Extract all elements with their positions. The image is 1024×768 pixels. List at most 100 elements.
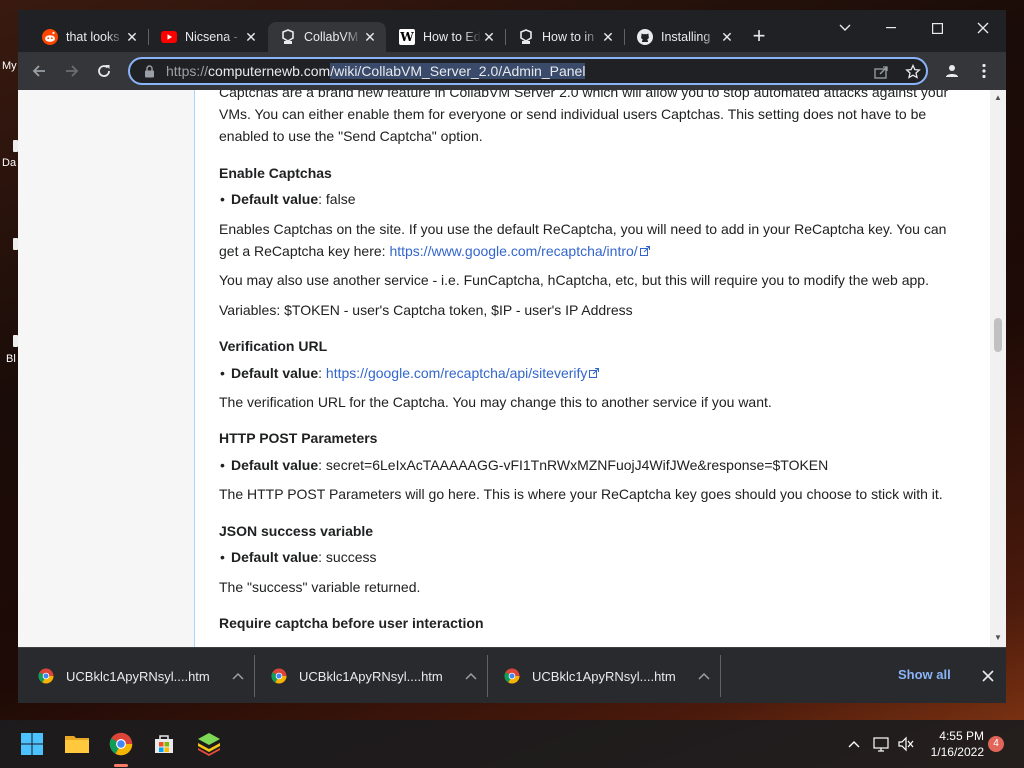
browser-window: that looks ✕ Nicsena - ✕ CollabVM ✕ W Ho… xyxy=(18,10,1006,703)
close-window-button[interactable] xyxy=(960,14,1006,42)
browser-toolbar: https://computernewb.com/wiki/CollabVM_S… xyxy=(18,52,1006,90)
store-icon xyxy=(155,735,173,753)
external-link-icon xyxy=(589,368,600,378)
desktop-label-2: Da xyxy=(2,157,17,169)
bluestacks-button[interactable] xyxy=(195,730,223,758)
tab-youtube[interactable]: Nicsena - ✕ xyxy=(149,22,267,52)
forward-button[interactable] xyxy=(59,58,85,84)
intro-text: enabled to use the "Send Captcha" option… xyxy=(219,128,483,144)
reddit-icon xyxy=(42,29,58,45)
clock-time: 4:55 PM xyxy=(939,729,984,743)
tab-wikihow[interactable]: W How to Ed ✕ xyxy=(387,22,505,52)
github-icon xyxy=(637,29,653,45)
intro-text: VMs. You can either enable them for ever… xyxy=(219,106,927,122)
close-icon xyxy=(977,22,989,34)
chevron-up-icon[interactable] xyxy=(696,668,712,684)
star-icon xyxy=(905,64,921,79)
notification-badge[interactable]: 4 xyxy=(988,736,1004,752)
lock-icon[interactable] xyxy=(142,64,156,78)
close-icon[interactable]: ✕ xyxy=(600,29,616,45)
file-explorer-button[interactable] xyxy=(63,730,91,758)
chrome-icon xyxy=(271,668,287,684)
windows-taskbar: 4:55 PM 1/16/2022 4 xyxy=(0,720,1024,768)
page-scrollbar[interactable]: ▲ ▼ xyxy=(990,90,1006,647)
show-all-downloads-link[interactable]: Show all xyxy=(898,667,951,682)
clock-date: 1/16/2022 xyxy=(930,745,984,759)
close-icon[interactable]: ✕ xyxy=(481,29,497,45)
reload-icon xyxy=(98,65,110,77)
url-text[interactable]: https://computernewb.com/wiki/CollabVM_S… xyxy=(166,63,586,79)
chrome-taskbar-button[interactable] xyxy=(107,730,135,758)
default-value-item: Default value: secret=6LeIxAcTAAAAAGG-vF… xyxy=(220,454,828,476)
tab-search-button[interactable] xyxy=(822,14,868,42)
close-icon[interactable]: ✕ xyxy=(719,29,735,45)
desktop-label-3: Bl xyxy=(6,353,16,365)
share-button[interactable] xyxy=(868,59,894,85)
siteverify-link[interactable]: https://google.com/recaptcha/api/sitever… xyxy=(326,365,587,381)
new-tab-button[interactable]: + xyxy=(749,25,769,47)
address-bar[interactable]: https://computernewb.com/wiki/CollabVM_S… xyxy=(128,57,928,85)
back-button[interactable] xyxy=(26,58,52,84)
tab-github[interactable]: Installing ✕ xyxy=(625,22,743,52)
close-icon[interactable]: ✕ xyxy=(124,29,140,45)
desktop-label-1: My xyxy=(2,60,17,72)
collabvm-icon xyxy=(280,29,296,45)
active-app-indicator xyxy=(114,764,128,767)
download-filename: UCBklc1ApyRNsyl....htm xyxy=(532,668,676,684)
store-button[interactable] xyxy=(150,730,178,758)
taskbar-clock[interactable]: 4:55 PM 1/16/2022 xyxy=(920,728,984,760)
download-item[interactable]: UCBklc1ApyRNsyl....htm xyxy=(38,648,248,703)
tab-reddit[interactable]: that looks ✕ xyxy=(30,22,148,52)
section-text: The "success" variable returned. xyxy=(219,579,421,595)
scroll-up-arrow[interactable]: ▲ xyxy=(994,94,1002,102)
close-icon[interactable]: ✕ xyxy=(362,29,378,45)
section-heading-json-success: JSON success variable xyxy=(219,523,374,539)
default-value-item: Default value: false xyxy=(220,188,356,210)
tab-collabvm-active[interactable]: CollabVM ✕ xyxy=(268,22,386,52)
download-item[interactable]: UCBklc1ApyRNsyl....htm xyxy=(271,648,481,703)
start-button[interactable] xyxy=(18,730,46,758)
network-button[interactable] xyxy=(871,734,891,754)
external-link-icon xyxy=(639,246,650,256)
volume-button[interactable] xyxy=(896,734,916,754)
windows-logo-icon xyxy=(21,733,43,755)
tab-title: Installing xyxy=(661,30,711,44)
profile-button[interactable] xyxy=(939,58,965,84)
scrollbar-thumb[interactable] xyxy=(994,318,1002,352)
default-value-item: Default value: success xyxy=(220,546,377,568)
scroll-down-arrow[interactable]: ▼ xyxy=(994,634,1002,642)
web-page: Captchas are a brand new feature in Coll… xyxy=(18,90,1006,647)
reload-button[interactable] xyxy=(91,58,117,84)
folder-icon xyxy=(65,736,89,753)
show-hidden-icons-button[interactable] xyxy=(844,734,864,754)
network-icon xyxy=(873,737,889,752)
chrome-icon xyxy=(504,668,520,684)
section-heading-require-captcha: Require captcha before user interaction xyxy=(219,615,484,631)
maximize-icon xyxy=(931,22,943,34)
download-item[interactable]: UCBklc1ApyRNsyl....htm xyxy=(504,648,714,703)
default-value-text: : success xyxy=(318,549,377,565)
bookmark-star-button[interactable] xyxy=(900,59,926,85)
wikipedia-icon: W xyxy=(399,29,415,45)
section-text: Enables Captchas on the site. If you use… xyxy=(219,221,947,237)
maximize-button[interactable] xyxy=(914,14,960,42)
bluestacks-icon xyxy=(198,733,220,756)
chevron-up-icon[interactable] xyxy=(463,668,479,684)
share-icon xyxy=(874,66,888,79)
recaptcha-intro-link[interactable]: https://www.google.com/recaptcha/intro/ xyxy=(389,243,637,259)
default-value-text: : false xyxy=(318,191,356,207)
section-text: You may also use another service - i.e. … xyxy=(219,272,929,288)
downloads-shelf: UCBklc1ApyRNsyl....htm UCBklc1ApyRNsyl..… xyxy=(18,647,1006,703)
close-icon xyxy=(982,670,994,682)
section-text: The verification URL for the Captcha. Yo… xyxy=(219,394,772,410)
close-downloads-button[interactable] xyxy=(978,666,998,686)
tab-howto-install[interactable]: How to in ✕ xyxy=(506,22,624,52)
arrow-left-icon xyxy=(32,65,45,77)
chevron-up-icon[interactable] xyxy=(230,668,246,684)
section-text-part: get a ReCaptcha key here: xyxy=(219,243,390,259)
minimize-button[interactable] xyxy=(868,14,914,42)
menu-button[interactable] xyxy=(971,58,997,84)
close-icon[interactable]: ✕ xyxy=(243,29,259,45)
collabvm-icon xyxy=(518,29,534,45)
tab-title: How to Ed xyxy=(423,30,481,44)
